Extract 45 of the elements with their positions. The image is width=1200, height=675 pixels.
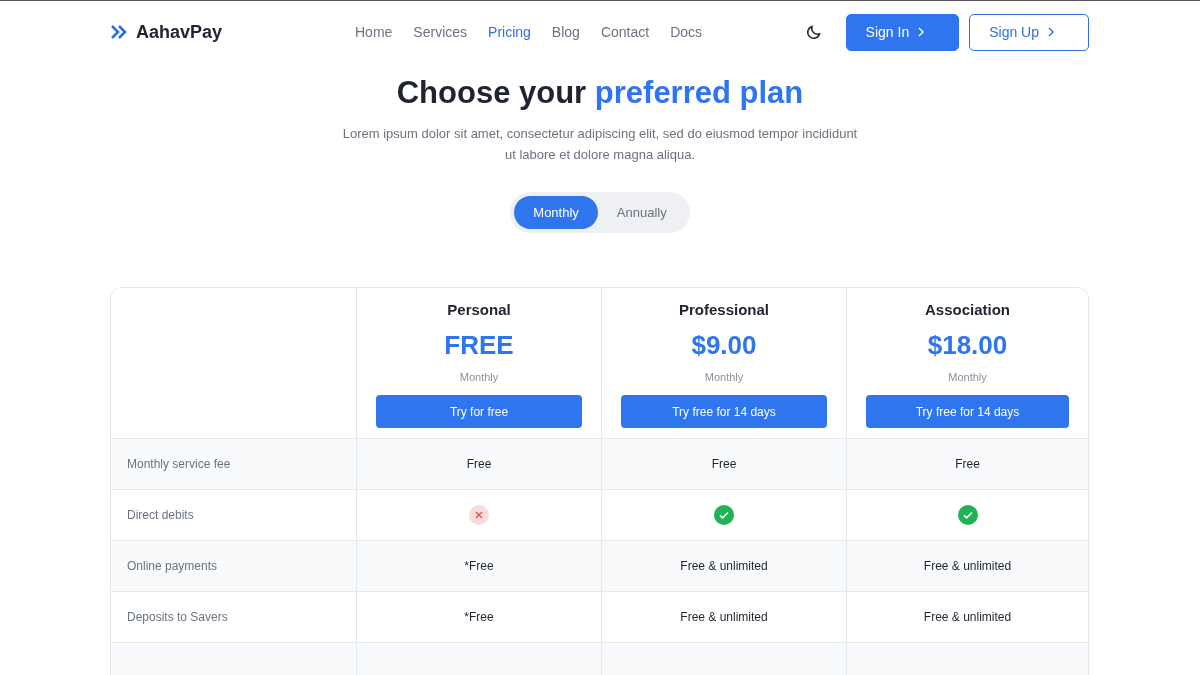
cross-icon: [469, 505, 489, 525]
feature-value: *Free: [464, 559, 494, 573]
nav-link[interactable]: Services: [413, 24, 468, 40]
trial-button[interactable]: Try free for 14 days: [866, 395, 1069, 428]
billing-option[interactable]: Monthly: [514, 196, 598, 229]
feature-label: Monthly service fee: [127, 456, 231, 471]
chevrons-logo-icon: [111, 25, 127, 39]
feature-value: Free & unlimited: [923, 610, 1012, 624]
auth-button[interactable]: Sign Up: [969, 13, 1089, 51]
chevron-right-icon: [1047, 27, 1055, 37]
feature-value: Free & unlimited: [680, 610, 768, 624]
feature-value: Free: [711, 457, 737, 471]
feature-label: Deposits to Savers: [127, 609, 228, 624]
plan-name: Association: [925, 301, 1010, 318]
plan-price: $18.00: [927, 330, 1008, 361]
feature-label: Online payments: [127, 558, 218, 573]
feature-value: Free: [955, 457, 980, 471]
billing-period: Monthly: [704, 371, 744, 383]
page-title: Choose your preferred plan: [396, 75, 804, 111]
plan-price: $9.00: [691, 330, 757, 361]
plan-name: Professional: [679, 301, 769, 318]
auth-button[interactable]: Sign In: [845, 13, 960, 51]
moon-icon[interactable]: [805, 24, 822, 40]
check-icon: [714, 505, 734, 525]
feature-value: Free & unlimited: [680, 559, 768, 573]
nav-link[interactable]: Home: [355, 24, 393, 40]
check-icon: [957, 505, 978, 525]
nav-link[interactable]: Docs: [670, 24, 703, 40]
plan-price: FREE: [444, 330, 514, 361]
nav-link[interactable]: Pricing: [488, 24, 531, 40]
page-subtitle: Lorem ipsum dolor sit amet, consectetur adipiscing elit, sed do eiusmod tempor incididunt ut labore et dolore magna aliqua.: [342, 125, 858, 164]
nav-link[interactable]: Blog: [551, 24, 580, 40]
feature-value: *Free: [464, 610, 494, 624]
feature-label: Direct debits: [127, 507, 194, 522]
nav-link[interactable]: Contact: [600, 24, 650, 40]
brand-name: AahavPay: [136, 21, 223, 43]
feature-value: Free & unlimited: [923, 559, 1012, 573]
trial-button[interactable]: Try free for 14 days: [621, 395, 827, 428]
feature-value: Free: [466, 457, 492, 471]
billing-option[interactable]: Annually: [597, 196, 686, 229]
billing-period: Monthly: [459, 371, 499, 383]
chevron-right-icon: [917, 27, 926, 37]
billing-period: Monthly: [948, 371, 987, 383]
plan-name: Personal: [447, 301, 511, 318]
trial-button[interactable]: Try for free: [376, 395, 582, 428]
